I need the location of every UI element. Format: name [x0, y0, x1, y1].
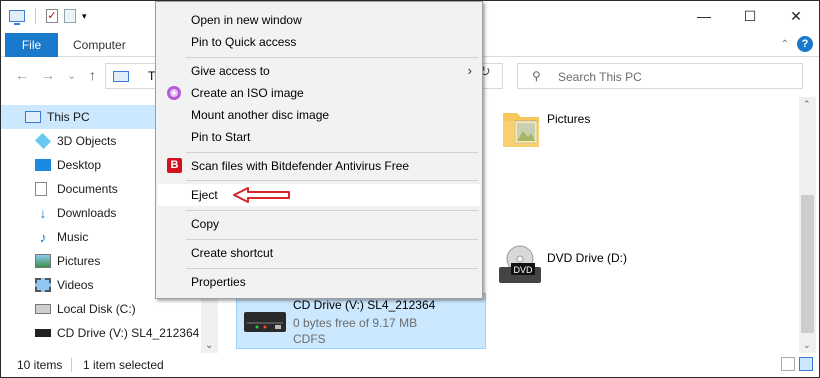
menu-item-label: Create shortcut — [191, 246, 274, 260]
menu-separator — [186, 180, 478, 181]
download-icon: ↓ — [39, 205, 47, 221]
large-icons-view-icon[interactable] — [799, 357, 813, 371]
cd-drive-free-space: 0 bytes free of 9.17 MB — [293, 316, 418, 330]
iso-disc-icon — [167, 86, 181, 100]
menu-separator — [186, 57, 478, 58]
nav-item-label: 3D Objects — [57, 134, 117, 148]
menu-item-label: Eject — [191, 188, 218, 202]
menu-item-open-new-window[interactable]: Open in new window — [158, 9, 480, 31]
menu-item-label: Create an ISO image — [191, 86, 304, 100]
menu-item-label: Give access to — [191, 64, 270, 78]
pictures-icon — [35, 254, 51, 268]
menu-item-label: Pin to Quick access — [191, 35, 297, 49]
cd-drive-icon — [35, 329, 51, 337]
menu-item-create-iso[interactable]: Create an ISO image — [158, 82, 480, 104]
context-menu: Open in new window Pin to Quick access G… — [155, 1, 483, 299]
nav-item-label: Videos — [57, 278, 94, 292]
menu-item-bitdefender-scan[interactable]: B Scan files with Bitdefender Antivirus … — [158, 155, 480, 177]
annotation-arrow-icon — [233, 187, 290, 203]
nav-item-label: Local Disk (C:) — [57, 302, 136, 316]
cd-drive-icon — [244, 312, 286, 332]
cd-drive-tile[interactable]: CD Drive (V:) SL4_212364 0 bytes free of… — [236, 293, 486, 349]
recent-locations-button[interactable]: ⌄ — [67, 69, 76, 82]
up-button[interactable]: ↑ — [89, 67, 96, 83]
customize-toolbar-icon[interactable]: ▾ — [82, 11, 87, 22]
dvd-drive-label[interactable]: DVD Drive (D:) — [547, 251, 627, 265]
status-bar: 10 items 1 item selected — [1, 353, 819, 377]
nav-item-local-disk[interactable]: Local Disk (C:) — [1, 297, 217, 321]
search-placeholder: Search This PC — [558, 70, 642, 84]
item-count: 10 items — [17, 358, 63, 372]
disk-icon — [35, 304, 51, 314]
nav-item-label: Pictures — [57, 254, 101, 268]
menu-item-give-access[interactable]: Give access to › — [158, 60, 480, 82]
computer-icon — [9, 10, 25, 25]
details-view-icon[interactable] — [781, 357, 795, 371]
documents-icon — [35, 182, 47, 196]
menu-item-label: Open in new window — [191, 13, 302, 27]
menu-item-pin-quick-access[interactable]: Pin to Quick access — [158, 31, 480, 53]
menu-separator — [186, 239, 478, 240]
desktop-icon — [35, 159, 51, 171]
menu-separator — [186, 268, 478, 269]
menu-item-properties[interactable]: Properties — [158, 271, 480, 293]
forward-button[interactable]: → — [41, 67, 55, 83]
pictures-folder-label[interactable]: Pictures — [547, 112, 590, 126]
videos-icon — [35, 278, 51, 292]
dvd-drive-icon[interactable]: DVD — [497, 245, 543, 285]
maximize-button[interactable]: ☐ — [727, 1, 773, 31]
menu-separator — [186, 152, 478, 153]
search-input[interactable]: ⚲ Search This PC — [517, 63, 803, 89]
new-folder-icon[interactable] — [64, 9, 76, 23]
explorer-window: ✓ ▾ — ☐ ✕ File Computer ⌃ ? ← → ⌄ ↑ Th ↻… — [0, 0, 820, 378]
properties-icon[interactable]: ✓ — [46, 9, 58, 23]
music-icon: ♪ — [39, 229, 47, 245]
scrollbar-thumb[interactable] — [801, 195, 814, 333]
computer-icon — [25, 111, 41, 123]
scroll-down-icon[interactable]: ⌄ — [205, 340, 213, 351]
menu-item-create-shortcut[interactable]: Create shortcut — [158, 242, 480, 264]
selection-count: 1 item selected — [83, 358, 164, 372]
minimize-button[interactable]: — — [681, 1, 727, 31]
status-divider — [71, 358, 72, 372]
cube-icon — [35, 133, 51, 149]
menu-item-label: Mount another disc image — [191, 108, 330, 122]
menu-item-label: Scan files with Bitdefender Antivirus Fr… — [191, 159, 410, 173]
bitdefender-icon: B — [167, 158, 182, 173]
content-scrollbar[interactable]: ⌃ ⌄ — [799, 97, 816, 353]
nav-item-label: Music — [57, 230, 89, 244]
nav-item-label: This PC — [47, 110, 90, 124]
quick-access-toolbar: ✓ ▾ — [9, 8, 87, 25]
help-icon[interactable]: ? — [797, 36, 813, 52]
nav-item-label: Downloads — [57, 206, 117, 220]
menu-separator — [186, 210, 478, 211]
tab-computer[interactable]: Computer — [73, 33, 126, 57]
menu-item-label: Pin to Start — [191, 130, 251, 144]
menu-item-mount-disc[interactable]: Mount another disc image — [158, 104, 480, 126]
collapse-ribbon-icon[interactable]: ⌃ — [781, 39, 789, 50]
tab-file[interactable]: File — [5, 33, 58, 57]
pictures-folder-icon[interactable] — [501, 107, 541, 149]
menu-item-label: Copy — [191, 217, 220, 231]
cd-drive-filesystem: CDFS — [293, 332, 326, 346]
menu-item-label: Properties — [191, 275, 246, 289]
dvd-badge: DVD — [513, 265, 533, 275]
menu-item-copy[interactable]: Copy — [158, 213, 480, 235]
toolbar-divider — [35, 8, 36, 24]
close-button[interactable]: ✕ — [773, 1, 819, 31]
nav-item-label: Documents — [57, 182, 118, 196]
scroll-up-icon[interactable]: ⌃ — [803, 99, 811, 110]
nav-item-cd-drive[interactable]: CD Drive (V:) SL4_212364 — [1, 321, 217, 345]
menu-item-pin-start[interactable]: Pin to Start — [158, 126, 480, 148]
back-button[interactable]: ← — [15, 67, 29, 83]
submenu-arrow-icon: › — [467, 63, 472, 78]
menu-item-eject[interactable]: Eject — [158, 184, 480, 206]
search-icon: ⚲ — [532, 69, 541, 83]
scroll-down-icon[interactable]: ⌄ — [803, 340, 811, 351]
nav-item-label: CD Drive (V:) SL4_212364 — [57, 326, 200, 340]
cd-drive-name: CD Drive (V:) SL4_212364 — [293, 298, 436, 312]
computer-icon — [113, 71, 129, 82]
nav-item-label: Desktop — [57, 158, 102, 172]
